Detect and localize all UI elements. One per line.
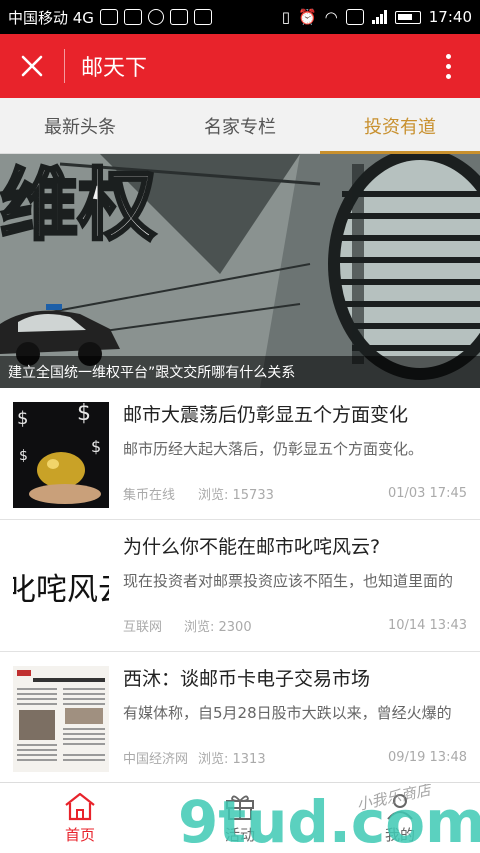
wifi-icon: ◠ [324,8,338,26]
news-title: 为什么你不能在邮市叱咤风云? [123,536,381,558]
news-title: 西沐：谈邮币卡电子交易市场 [123,668,371,690]
status-bar: 中国移动 4G ▯ ⏰ ◠ 17:40 [0,0,480,34]
alarm-icon: ⏰ [297,8,317,26]
news-thumbnail [13,666,109,772]
banner-image: 维权 [0,154,480,388]
svg-text:$: $ [77,402,91,426]
sync-icon [147,9,164,25]
news-source: 集币在线 [123,488,176,503]
signal-icon [371,10,387,24]
nav-mine[interactable]: 我的 [320,783,480,853]
battery-icon [394,10,421,24]
nav-home[interactable]: 首页 [0,783,160,853]
news-title: 邮市大震荡后仍彰显五个方面变化 [123,404,409,426]
vibrate-icon: ▯ [281,8,290,26]
news-source: 中国经济网 [123,752,189,767]
nav-activity-label: 活动 [224,826,255,844]
banner-carousel[interactable]: 维权 建立全国统一维权平台”跟文交所哪有什么关系 [0,154,480,388]
news-time: 09/19 13:48 [387,750,467,765]
svg-text:$: $ [17,408,28,429]
news-views: 浏览: 1313 [198,752,266,767]
banner-title-text: 维权 [0,161,156,251]
news-views: 浏览: 15733 [198,488,274,503]
thumbnail-calligraphy: 叱咤风云 [13,572,109,608]
close-icon [21,55,43,77]
sim-icon [345,9,364,25]
news-item[interactable]: 叱咤风云 为什么你不能在邮市叱咤风云? 现在投资者对邮票投资应该不陌生，也知道里… [0,520,480,652]
news-summary: 有媒体称，自5月28日股市大跌以来，曾经火爆的 [123,704,452,722]
news-thumbnail: 叱咤风云 [13,538,109,638]
nav-mine-label: 我的 [384,826,415,844]
nav-home-label: 首页 [64,826,95,844]
news-time: 01/03 17:45 [387,486,467,501]
svg-text:$: $ [19,448,28,464]
news-time: 10/14 13:43 [387,618,467,633]
page-title: 邮天下 [81,56,148,81]
tab-bar: 最新头条 名家专栏 投资有道 [0,98,480,154]
app-icon [169,9,188,25]
news-thumbnail: $ $ $ $ [13,402,109,508]
close-button[interactable] [0,34,64,98]
news-item[interactable]: $ $ $ $ 邮市大震荡后仍彰显五个方面变化 邮市历经大起大落后，仍彰显五个方… [0,388,480,520]
news-source: 互联网 [123,620,163,635]
clock: 17:40 [428,8,472,26]
home-icon [65,792,95,821]
gift-icon [226,795,254,820]
user-icon [387,794,413,820]
bottom-nav: 首页 活动 我的 [0,782,480,853]
news-list: $ $ $ $ 邮市大震荡后仍彰显五个方面变化 邮市历经大起大落后，仍彰显五个方… [0,388,480,784]
banner-caption[interactable]: 建立全国统一维权平台”跟文交所哪有什么关系 [0,356,480,388]
title-bar: 邮天下 [0,34,480,98]
tab-latest[interactable]: 最新头条 [0,98,160,153]
news-views: 浏览: 2300 [184,620,252,635]
title-divider [64,49,65,83]
nav-activity[interactable]: 活动 [160,783,320,853]
svg-text:$: $ [91,437,101,456]
app-icon [123,9,142,25]
notification-icon [193,9,212,25]
tab-columnists[interactable]: 名家专栏 [160,98,320,153]
news-summary: 现在投资者对邮票投资应该不陌生，也知道里面的 [123,572,454,590]
news-summary: 邮市历经大起大落后，仍彰显五个方面变化。 [123,440,424,458]
more-button[interactable] [416,34,480,98]
image-icon [99,9,118,25]
more-vertical-icon [445,53,451,59]
tab-investment[interactable]: 投资有道 [320,98,480,154]
news-item[interactable]: 西沐：谈邮币卡电子交易市场 有媒体称，自5月28日股市大跌以来，曾经火爆的 中国… [0,652,480,784]
carrier-label: 中国移动 4G [8,8,94,27]
